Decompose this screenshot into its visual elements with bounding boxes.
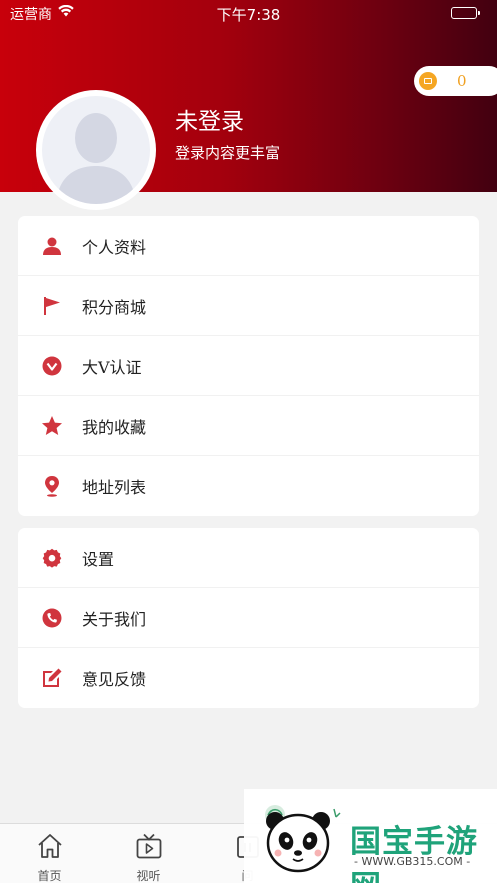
- menu-item-verification[interactable]: 大V认证: [18, 336, 479, 396]
- tab-label: 首页: [37, 869, 62, 883]
- star-icon: [41, 415, 63, 437]
- battery-icon: [451, 7, 480, 19]
- menu-item-about-us[interactable]: 关于我们: [18, 588, 479, 648]
- menu-label: 设置: [82, 549, 115, 569]
- flag-icon: [41, 295, 63, 317]
- watermark-url: - WWW.GB315.COM -: [354, 855, 471, 868]
- person-icon: [41, 235, 63, 257]
- menu-card-secondary: 设置 关于我们 意见反馈: [18, 528, 479, 708]
- menu-item-settings[interactable]: 设置: [18, 528, 479, 588]
- menu-label: 关于我们: [82, 609, 147, 629]
- tv-play-icon: [135, 832, 163, 864]
- status-time: 下午7:38: [216, 6, 281, 24]
- menu-item-points-mall[interactable]: 积分商城: [18, 276, 479, 336]
- menu-label: 个人资料: [82, 237, 147, 257]
- avatar[interactable]: [36, 90, 156, 210]
- status-bar: 运营商 下午7:38: [0, 0, 497, 28]
- verified-icon: [41, 355, 63, 377]
- edit-icon: [41, 667, 63, 689]
- menu-label: 我的收藏: [82, 417, 147, 437]
- menu-label: 意见反馈: [82, 670, 147, 689]
- login-subtitle[interactable]: 登录内容更丰富: [175, 142, 280, 163]
- menu-label: 积分商城: [82, 297, 147, 317]
- location-pin-icon: [41, 475, 63, 497]
- points-button[interactable]: 0: [414, 66, 497, 96]
- site-watermark: 国宝手游网 - WWW.GB315.COM -: [244, 789, 497, 883]
- watermark-title: 国宝手游网: [350, 824, 478, 883]
- tab-home[interactable]: 首页: [0, 824, 99, 883]
- menu-card-primary: 个人资料 积分商城 大V认证 我的收藏 地址列表: [18, 216, 479, 516]
- menu-label: 地址列表: [82, 478, 147, 497]
- username-label[interactable]: 未登录: [175, 102, 244, 136]
- default-avatar-icon: [42, 96, 150, 204]
- gear-icon: [41, 547, 63, 569]
- tab-label: 视听: [136, 869, 161, 883]
- menu-item-addresses[interactable]: 地址列表: [18, 456, 479, 516]
- menu-label: 大V认证: [82, 357, 142, 377]
- phone-icon: [41, 607, 63, 629]
- coin-icon: [419, 72, 437, 90]
- menu-item-favorites[interactable]: 我的收藏: [18, 396, 479, 456]
- home-icon: [36, 832, 64, 864]
- panda-logo-icon: [262, 803, 346, 879]
- menu-item-feedback[interactable]: 意见反馈: [18, 648, 479, 708]
- menu-item-profile[interactable]: 个人资料: [18, 216, 479, 276]
- tab-audio-video[interactable]: 视听: [99, 824, 198, 883]
- points-value: 0: [457, 72, 467, 90]
